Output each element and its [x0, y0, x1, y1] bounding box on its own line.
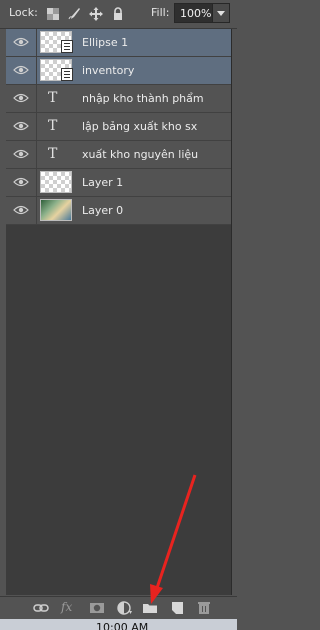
vector-mask-icon — [61, 68, 73, 81]
text-layer-icon: T — [48, 90, 58, 106]
layer-row[interactable]: inventory — [6, 57, 231, 85]
layer-row[interactable]: Layer 1 — [6, 169, 231, 197]
layer-name[interactable]: Ellipse 1 — [82, 36, 128, 49]
layer-name[interactable]: nhập kho thành phẩm — [82, 92, 204, 105]
text-layer-icon: T — [48, 118, 58, 134]
lock-position-icon[interactable] — [89, 6, 103, 21]
layer-name[interactable]: lập bảng xuất kho sx — [82, 120, 197, 133]
delete-trash-icon[interactable] — [196, 600, 212, 616]
lock-label: Lock: — [9, 6, 38, 19]
layer-row[interactable]: Ellipse 1 — [6, 29, 231, 57]
layer-row[interactable]: Layer 0 — [6, 197, 231, 225]
layer-name[interactable]: Layer 1 — [82, 176, 123, 189]
lock-all-icon[interactable] — [111, 6, 125, 20]
add-mask-icon[interactable] — [89, 600, 105, 616]
vector-mask-icon — [61, 40, 73, 53]
visibility-eye-icon[interactable] — [6, 85, 37, 112]
fill-label: Fill: — [151, 6, 170, 19]
layer-name[interactable]: xuất kho nguyên liệu — [82, 148, 198, 161]
layer-thumbnail[interactable] — [40, 59, 73, 81]
text-layer-icon: T — [48, 146, 58, 162]
layers-list[interactable]: Ellipse 1 inventory T nhập kho thành phẩ… — [6, 29, 232, 595]
layer-row[interactable]: T xuất kho nguyên liệu — [6, 141, 231, 169]
layer-thumbnail[interactable] — [40, 31, 73, 53]
visibility-eye-icon[interactable] — [6, 29, 37, 56]
fill-opacity-field[interactable]: 100% — [174, 3, 230, 23]
taskbar-clock[interactable]: 10:00 AM — [96, 621, 148, 630]
visibility-eye-icon[interactable] — [6, 57, 37, 84]
layer-name[interactable]: inventory — [82, 64, 134, 77]
visibility-eye-icon[interactable] — [6, 197, 37, 224]
new-layer-icon[interactable] — [170, 600, 186, 616]
layer-thumbnail[interactable] — [40, 199, 72, 221]
adjustment-layer-icon[interactable] — [117, 600, 133, 616]
layers-bottom-toolbar: fx — [0, 596, 237, 619]
lock-image-pixels-icon[interactable] — [67, 6, 81, 20]
visibility-eye-icon[interactable] — [6, 113, 37, 140]
windows-taskbar: 10:00 AM — [0, 619, 237, 630]
lock-transparent-pixels-icon[interactable] — [46, 6, 60, 20]
visibility-eye-icon[interactable] — [6, 141, 37, 168]
layer-row[interactable]: T lập bảng xuất kho sx — [6, 113, 231, 141]
layers-options-bar: Lock: Fill: 100% — [0, 0, 237, 29]
visibility-eye-icon[interactable] — [6, 169, 37, 196]
layer-name[interactable]: Layer 0 — [82, 204, 123, 217]
fx-icon[interactable]: fx — [61, 600, 77, 616]
fill-value[interactable]: 100% — [180, 7, 211, 20]
new-group-folder-icon[interactable] — [142, 600, 158, 616]
layer-thumbnail[interactable] — [40, 171, 72, 193]
link-layers-icon[interactable] — [33, 600, 49, 616]
fill-dropdown-icon[interactable] — [212, 4, 229, 22]
layer-row[interactable]: T nhập kho thành phẩm — [6, 85, 231, 113]
